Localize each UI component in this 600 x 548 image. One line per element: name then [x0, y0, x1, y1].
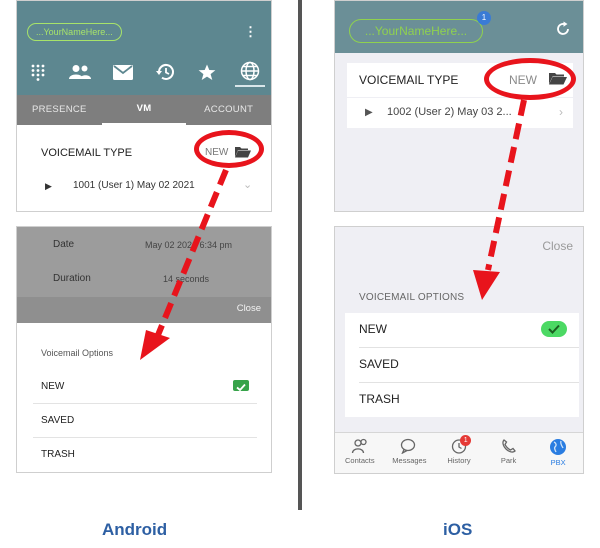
- annotation-arrows: [140, 99, 527, 360]
- arrow-android: [155, 168, 229, 337]
- caption-android: Android: [102, 520, 168, 539]
- arrow-android-head: [140, 330, 170, 360]
- arrow-ios-head: [473, 270, 500, 300]
- caption-ios: iOS: [443, 520, 473, 539]
- arrow-ios: [485, 99, 527, 271]
